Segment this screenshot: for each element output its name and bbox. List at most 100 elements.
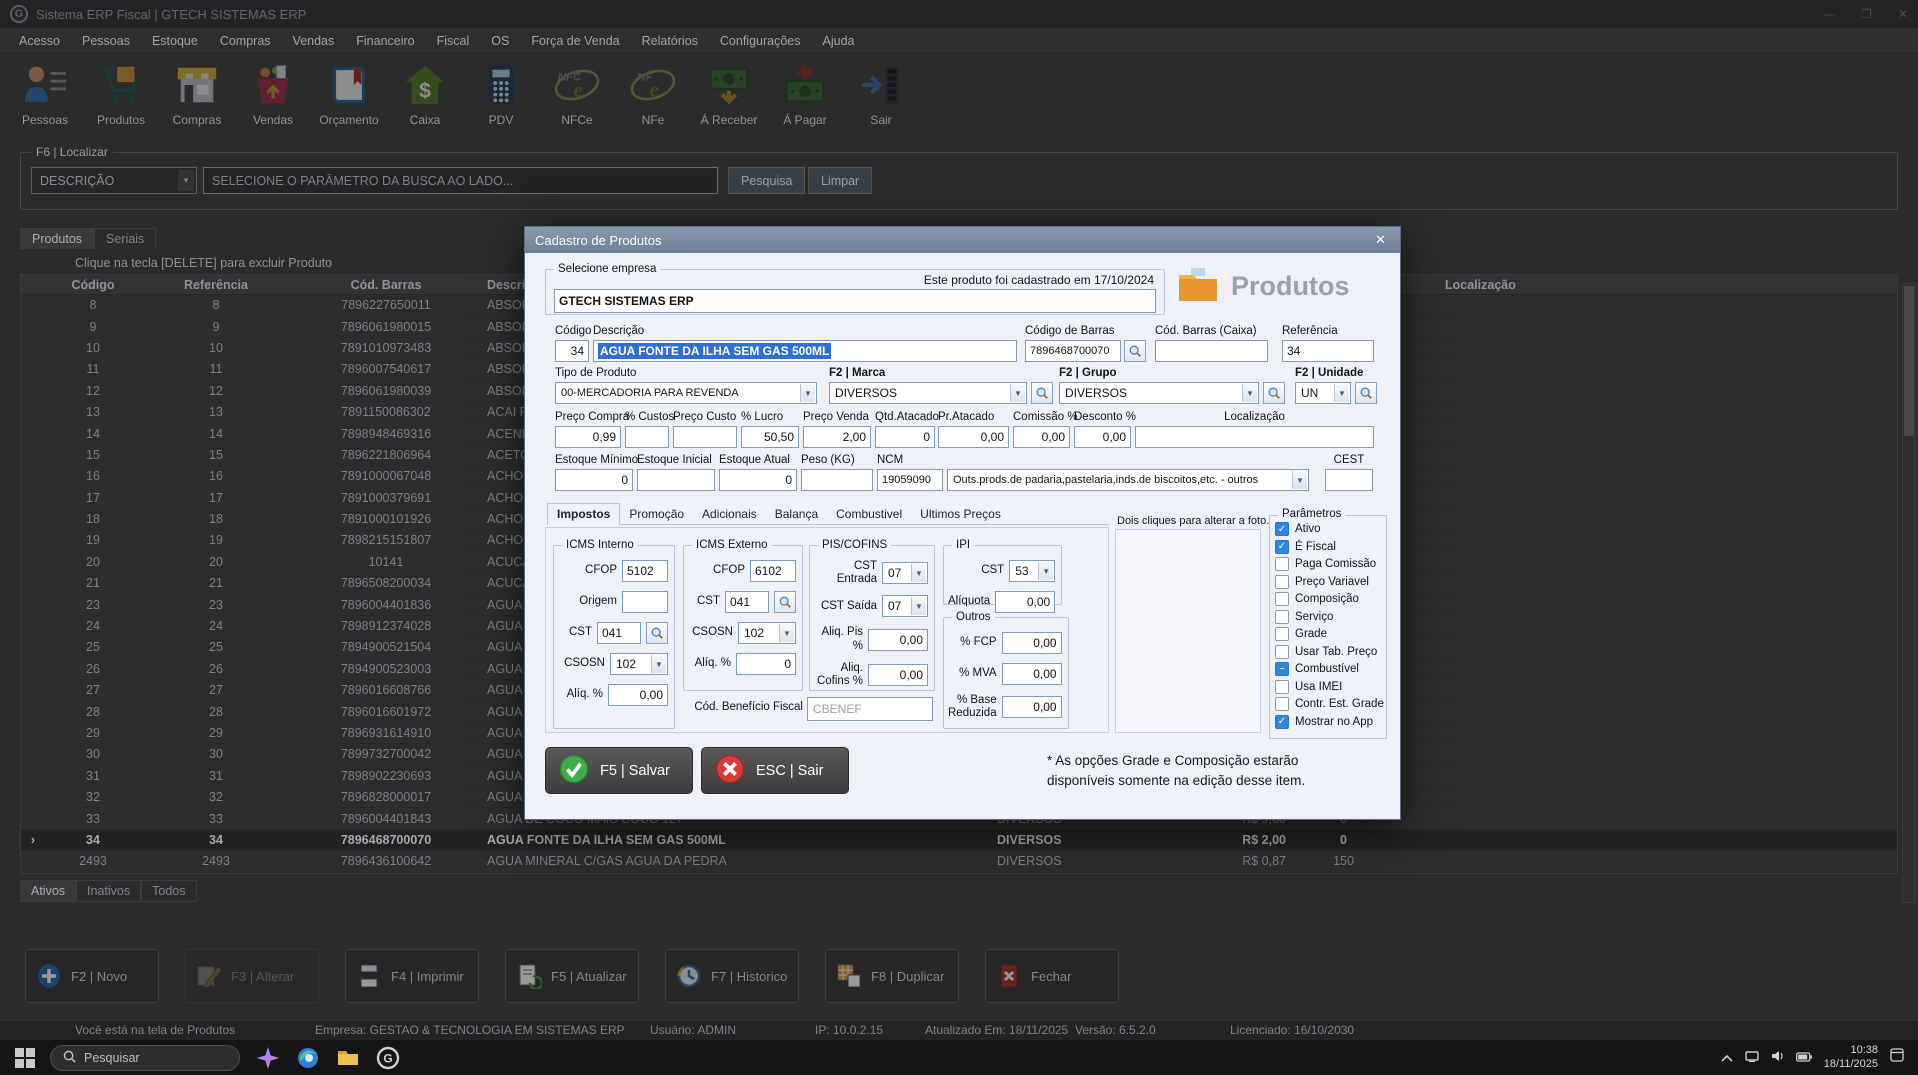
param-e-fiscal[interactable]: ✓ É Fiscal <box>1275 539 1381 554</box>
start-button-icon[interactable] <box>14 1047 36 1069</box>
ncm-desc-combo[interactable]: Outs.prods.de padaria,pastelaria,inds.de… <box>947 469 1309 491</box>
descricao-input[interactable]: AGUA FONTE DA ILHA SEM GAS 500ML <box>593 340 1017 362</box>
dialog-tab-impostos[interactable]: Impostos <box>547 503 621 525</box>
toolbar-button-pdv[interactable]: PDV <box>470 62 532 127</box>
network-icon[interactable] <box>1745 1049 1759 1067</box>
dialog-tab-balanca[interactable]: Balança <box>766 504 827 524</box>
param-usa-imei[interactable]: Usa IMEI <box>1275 679 1381 694</box>
toolbar-button-produtos[interactable]: Produtos <box>90 62 152 127</box>
param-composicao[interactable]: Composição <box>1275 592 1381 606</box>
menu-item-vendas[interactable]: Vendas <box>284 31 344 51</box>
maximize-icon[interactable]: ❐ <box>1861 7 1872 21</box>
qtd-atacado-input[interactable]: 0 <box>875 426 935 448</box>
param-grade[interactable]: Grade <box>1275 627 1381 641</box>
param-usar-tab-preco[interactable]: Usar Tab. Preço <box>1275 644 1381 659</box>
browser-icon[interactable] <box>296 1046 320 1070</box>
volume-icon[interactable] <box>1771 1049 1784 1067</box>
filter-tab-ativos[interactable]: Ativos <box>20 879 77 902</box>
cst-input[interactable]: 041 <box>725 591 769 613</box>
checkbox-icon[interactable] <box>1275 592 1289 606</box>
search-field-combo[interactable]: DESCRIÇÃO ▼ <box>31 167 197 194</box>
menu-item-financeiro[interactable]: Financeiro <box>347 31 423 51</box>
param-contr-est-grade[interactable]: Contr. Est. Grade <box>1275 697 1384 711</box>
notifications-icon[interactable] <box>1890 1048 1904 1067</box>
mva-input[interactable]: 0,00 <box>1001 663 1062 685</box>
pr-atacado-input[interactable]: 0,00 <box>938 426 1009 448</box>
erp-app-icon[interactable]: G <box>376 1046 400 1070</box>
checkbox-checked-icon[interactable]: ✓ <box>1275 522 1289 536</box>
tab-seriais[interactable]: Seriais <box>94 228 157 249</box>
dialog-tab-ultimos-precos[interactable]: Ultimos Preços <box>911 504 1010 524</box>
checkbox-icon[interactable] <box>1275 697 1289 711</box>
action-f4-imprimir[interactable]: F4 | Imprimir <box>345 949 479 1003</box>
toolbar-button-pessoas[interactable]: Pessoas <box>14 62 76 127</box>
search-button[interactable]: Pesquisa <box>728 167 806 194</box>
cst-combo[interactable]: 53 ▼ <box>1009 560 1056 582</box>
menu-item-fiscal[interactable]: Fiscal <box>428 31 479 51</box>
menu-item-os[interactable]: OS <box>482 31 518 51</box>
toolbar-button-orcamento[interactable]: Orçamento <box>318 62 380 127</box>
filter-tab-inativos[interactable]: Inativos <box>76 879 142 902</box>
grupo-search-icon[interactable] <box>1263 382 1285 404</box>
menu-item-acesso[interactable]: Acesso <box>10 31 69 51</box>
action-f8-duplicar[interactable]: F8 | Duplicar <box>825 949 959 1003</box>
taskbar-clock[interactable]: 10:38 18/11/2025 <box>1824 1044 1878 1072</box>
custos-input[interactable] <box>625 426 669 448</box>
csosn-combo[interactable]: 102 ▼ <box>738 622 796 644</box>
toolbar-button-sair[interactable]: Sair <box>850 62 912 127</box>
search-input[interactable] <box>203 167 718 194</box>
lucro-input[interactable]: 50,50 <box>741 426 799 448</box>
param-paga-comissao[interactable]: Paga Comissão <box>1275 557 1381 571</box>
barcode-search-icon[interactable] <box>1124 340 1146 362</box>
estoque-atual-input[interactable]: 0 <box>719 469 797 491</box>
fcp-input[interactable]: 0,00 <box>1001 632 1062 654</box>
dialog-close-icon[interactable]: ✕ <box>1371 232 1390 248</box>
preco-custo-input[interactable] <box>673 426 737 448</box>
checkbox-checked-icon[interactable]: ✓ <box>1275 714 1289 729</box>
filter-tab-todos[interactable]: Todos <box>141 879 197 902</box>
menu-item-relatorios[interactable]: Relatórios <box>633 31 707 51</box>
dialog-tab-combustivel[interactable]: Combustivel <box>827 504 911 524</box>
preco-compra-input[interactable]: 0,99 <box>555 426 621 448</box>
menu-item-forca-de-venda[interactable]: Força de Venda <box>522 31 628 51</box>
param-servico[interactable]: Serviço <box>1275 609 1381 624</box>
aliq-cofins-input[interactable]: 0,00 <box>868 664 928 687</box>
company-input[interactable]: GTECH SISTEMAS ERP <box>554 289 1156 313</box>
cst-saida-combo[interactable]: 07 ▼ <box>882 595 928 618</box>
product-photo-box[interactable] <box>1115 529 1261 733</box>
beneficio-input[interactable] <box>807 697 933 721</box>
action-f2-novo[interactable]: F2 | Novo <box>25 949 159 1003</box>
cst-input[interactable]: 041 <box>597 622 641 644</box>
param-combustivel[interactable]: − Combustível <box>1275 662 1381 676</box>
peso-input[interactable] <box>801 469 873 491</box>
minimize-icon[interactable]: — <box>1823 7 1835 21</box>
marca-search-icon[interactable] <box>1031 382 1053 404</box>
param-ativo[interactable]: ✓ Ativo <box>1275 522 1381 536</box>
desconto-input[interactable]: 0,00 <box>1074 426 1131 448</box>
menu-item-compras[interactable]: Compras <box>211 31 280 51</box>
ncm-input[interactable]: 19059090 <box>877 469 943 491</box>
referencia-input[interactable]: 34 <box>1282 340 1374 362</box>
action-fechar[interactable]: Fechar <box>985 949 1119 1003</box>
table-row[interactable]: › 34 34 7896468700070 AGUA FONTE DA ILHA SEM… <box>21 829 1897 852</box>
checkbox-icon[interactable] <box>1275 557 1289 571</box>
toolbar-button-a-receber[interactable]: Á Receber <box>698 62 760 127</box>
toolbar-button-nfe[interactable]: NF e NFe <box>622 62 684 127</box>
barras-caixa-input[interactable] <box>1155 340 1268 362</box>
cest-input[interactable] <box>1325 469 1373 491</box>
taskbar-search[interactable]: Pesquisar <box>50 1044 240 1071</box>
preco-venda-input[interactable]: 2,00 <box>803 426 871 448</box>
toolbar-button-nfce[interactable]: NFC e NFCe <box>546 62 608 127</box>
param-preco-variavel[interactable]: Preço Variavel <box>1275 574 1381 589</box>
tab-produtos[interactable]: Produtos <box>20 228 95 249</box>
param-mostrar-no-app[interactable]: ✓ Mostrar no App <box>1275 714 1381 729</box>
save-button[interactable]: F5 | Salvar <box>545 747 693 794</box>
comissao-input[interactable]: 0,00 <box>1013 426 1070 448</box>
tipo-combo[interactable]: 00-MERCADORIA PARA REVENDA ▼ <box>555 382 817 404</box>
aliquota-input[interactable]: 0,00 <box>995 591 1056 613</box>
aliq-pis-input[interactable]: 0,00 <box>868 628 928 651</box>
menu-item-pessoas[interactable]: Pessoas <box>73 31 139 51</box>
cfop-input[interactable]: 6102 <box>750 560 796 582</box>
cst-search-icon[interactable] <box>646 622 668 644</box>
base-reduzida-input[interactable]: 0,00 <box>1001 696 1062 719</box>
